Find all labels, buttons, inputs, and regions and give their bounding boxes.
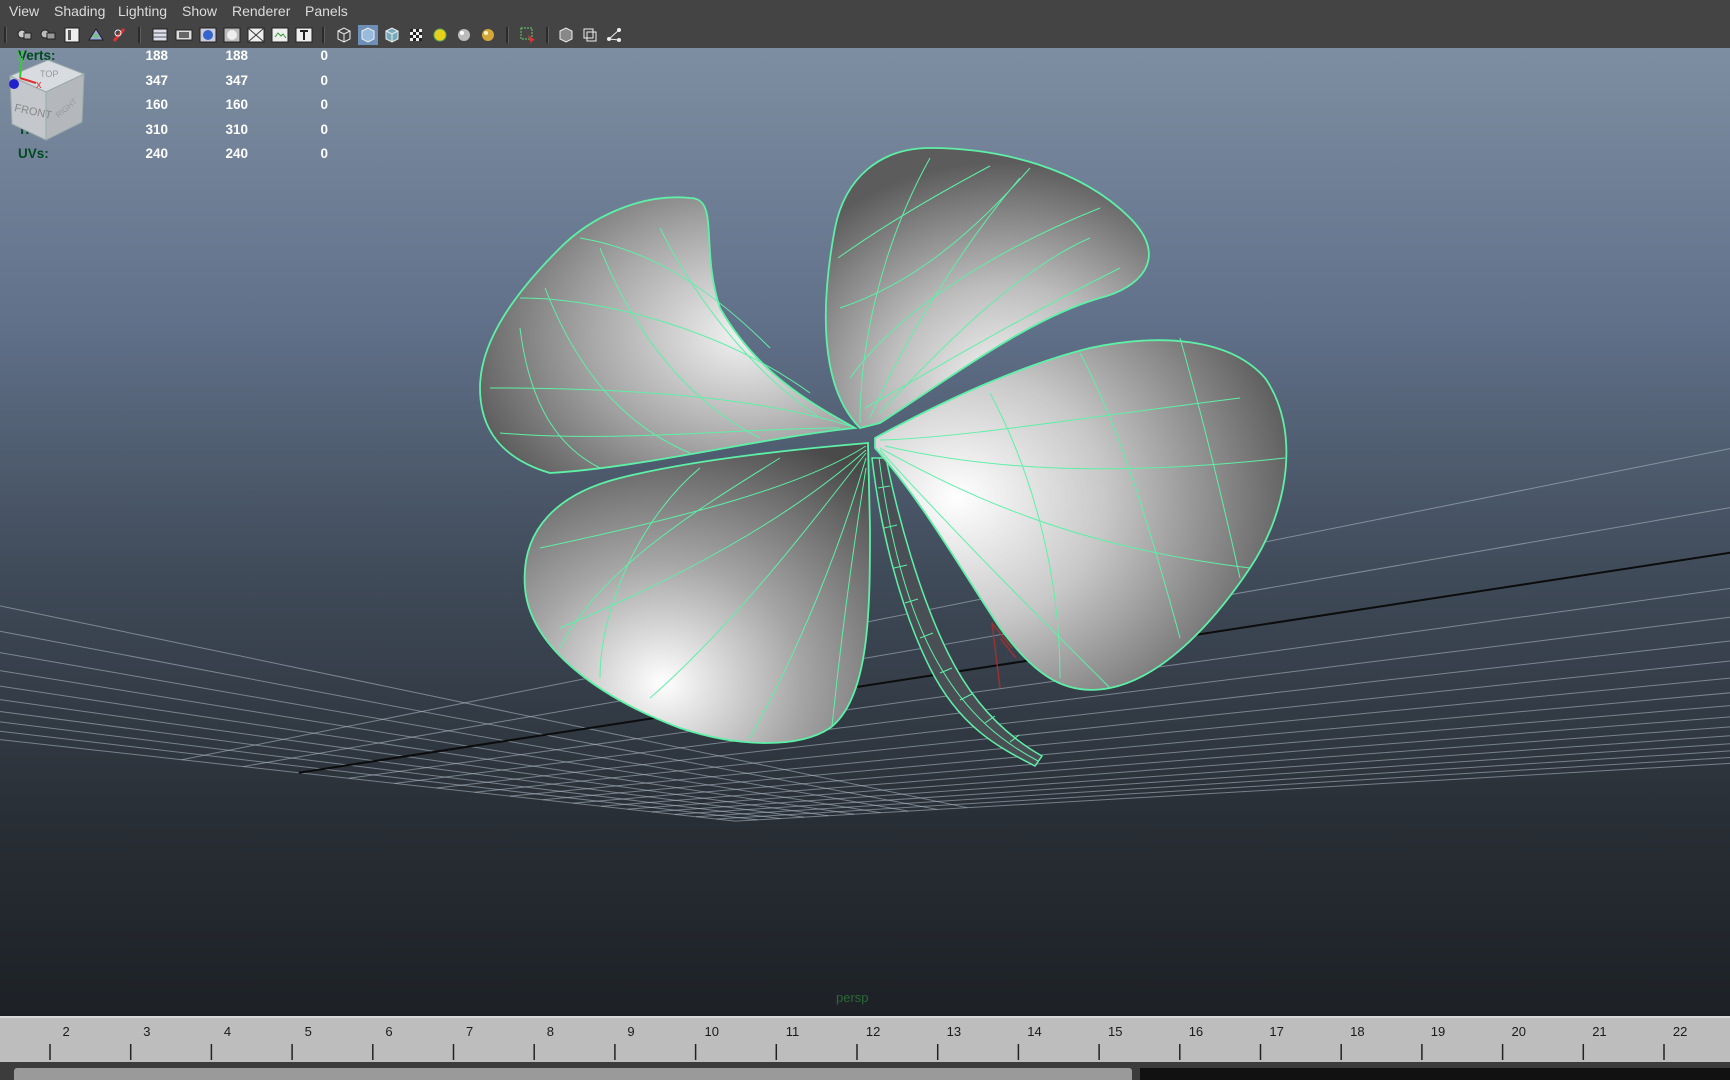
timeline-frame-label: 10 (704, 1024, 719, 1039)
timeline-frame-label: 8 (546, 1024, 554, 1039)
image-plane-icon[interactable] (62, 25, 82, 45)
grease-pencil-icon[interactable] (110, 25, 130, 45)
bookmark-camera-icon[interactable] (38, 25, 58, 45)
text-overlay-icon[interactable] (294, 25, 314, 45)
timeline-frame-label: 3 (143, 1024, 151, 1039)
timeline-frame-label: 12 (865, 1024, 881, 1039)
timeline-frame-label: 17 (1269, 1024, 1284, 1039)
toolbar-separator (138, 27, 141, 43)
3d-viewport[interactable]: Verts:1881880Edges:3473470Faces:1601600T… (0, 48, 1730, 1016)
field-chart-icon[interactable] (222, 25, 242, 45)
component-xray-icon[interactable] (604, 25, 624, 45)
command-line-field[interactable] (1140, 1068, 1730, 1080)
hud-value: 188 (225, 48, 248, 63)
hud-value: 240 (145, 146, 168, 161)
ambient-occlusion-icon[interactable] (478, 25, 498, 45)
smooth-shade-icon[interactable] (358, 25, 378, 45)
timeline-frame-label: 16 (1188, 1024, 1204, 1039)
axis-y-label: y (17, 48, 24, 61)
hud-value: 0 (320, 121, 328, 137)
hud-value: 310 (145, 121, 168, 137)
resolution-gate-icon[interactable] (174, 25, 194, 45)
hud-label: UVs: (18, 146, 49, 161)
menu-renderer[interactable]: Renderer (232, 3, 290, 19)
safe-action-icon[interactable] (246, 25, 266, 45)
menu-show[interactable]: Show (182, 3, 217, 19)
gate-mask-icon[interactable] (198, 25, 218, 45)
timeline-frame-label: 20 (1511, 1024, 1526, 1039)
use-all-lights-icon[interactable] (430, 25, 450, 45)
hud-value: 0 (320, 146, 328, 161)
timeline-frame-label: 19 (1430, 1024, 1446, 1039)
menu-lighting[interactable]: Lighting (118, 3, 167, 19)
clover-leaf-bottom-left[interactable] (523, 442, 871, 744)
hud-value: 0 (320, 48, 328, 63)
menu-view[interactable]: View (9, 3, 39, 19)
xray-joints-icon[interactable] (580, 25, 600, 45)
isolate-select-icon[interactable] (518, 25, 538, 45)
timeline-frame-label: 14 (1027, 1024, 1042, 1039)
time-slider[interactable]: 2 3 4 5 6 7 8 9 10 11 12 13 14 15 16 17 18 19 20 21 22 (0, 1016, 1730, 1064)
2d-pan-zoom-icon[interactable] (86, 25, 106, 45)
timeline-frame-label: 15 (1108, 1024, 1123, 1039)
timeline-frame-label: 18 (1350, 1024, 1365, 1039)
shadows-icon[interactable] (454, 25, 474, 45)
timeline-frame-label: 21 (1592, 1024, 1607, 1039)
hud-value: 240 (225, 146, 248, 161)
textured-icon[interactable] (406, 25, 426, 45)
hud-value: 347 (225, 72, 248, 88)
hud-value: 0 (320, 97, 328, 112)
clover-leaf-upper-left[interactable] (479, 196, 858, 474)
range-slider-bar (0, 1062, 1730, 1080)
menu-panels[interactable]: Panels (305, 3, 348, 19)
camera-name-label: persp (836, 990, 869, 1005)
camera-attributes-icon[interactable] (14, 25, 34, 45)
panel-toolbar (0, 22, 1730, 49)
hud-value: 188 (145, 48, 168, 63)
timeline-frame-label: 2 (62, 1024, 70, 1039)
safe-title-icon[interactable] (270, 25, 290, 45)
hud-value: 347 (145, 72, 168, 88)
timeline-frame-label: 6 (385, 1024, 393, 1039)
range-slider[interactable] (14, 1068, 1132, 1080)
timeline-frame-label: 13 (946, 1024, 962, 1039)
default-material-icon[interactable] (382, 25, 402, 45)
clover-model[interactable] (0, 48, 1730, 1016)
wireframe-icon[interactable] (150, 25, 170, 45)
hud-value: 160 (145, 97, 168, 112)
toolbar-separator (4, 27, 7, 43)
timeline-frame-label: 11 (785, 1024, 800, 1039)
timeline-frame-label: 5 (304, 1024, 312, 1039)
wireframe-shading-icon[interactable] (334, 25, 354, 45)
timeline-frame-label: 7 (466, 1024, 474, 1039)
toolbar-separator (506, 27, 509, 43)
timeline-frame-label: 9 (627, 1024, 635, 1039)
axis-indicator: y x (9, 48, 42, 91)
hud-value: 160 (225, 97, 248, 112)
axis-x-label: x (36, 79, 42, 91)
timeline-frame-label: 22 (1672, 1024, 1688, 1039)
hud-value: 0 (320, 72, 328, 88)
xray-icon[interactable] (556, 25, 576, 45)
toolbar-separator (546, 27, 549, 43)
hud-value: 310 (225, 121, 248, 137)
menu-shading[interactable]: Shading (54, 3, 105, 19)
toolbar-separator (322, 27, 325, 43)
panel-menubar: View Shading Lighting Show Renderer Pane… (0, 0, 1730, 22)
timeline-frame-label: 4 (223, 1024, 232, 1039)
